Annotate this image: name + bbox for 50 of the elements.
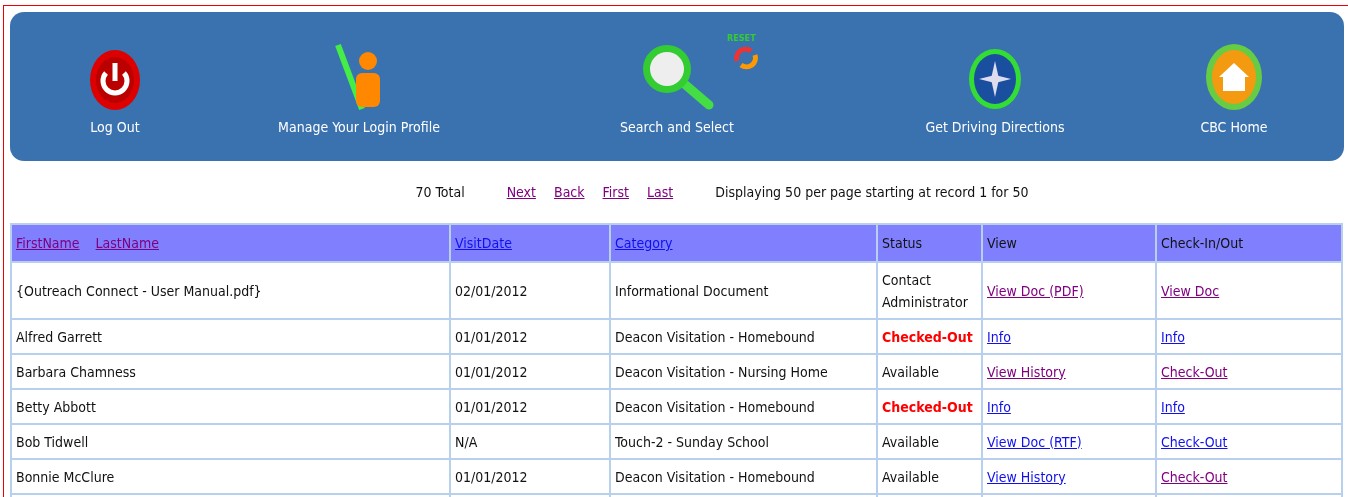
pager-link[interactable]: First <box>602 184 629 200</box>
name-text: Alfred Garrett <box>16 328 103 345</box>
status-text: Checked-Out <box>882 328 973 345</box>
check-link[interactable]: Info <box>1161 328 1185 345</box>
pager-link[interactable]: Next <box>506 184 536 200</box>
nav-link[interactable]: CBC Home <box>1200 118 1268 135</box>
category-text: Touch-2 - Sunday School <box>615 433 769 450</box>
check-link[interactable]: View Doc <box>1161 282 1220 299</box>
date-text: N/A <box>455 433 478 450</box>
nav-link[interactable]: Get Driving Directions <box>925 118 1065 135</box>
pager-link[interactable]: Last <box>646 184 674 200</box>
category-text: Deacon Visitation - Homebound <box>615 468 815 485</box>
view-link[interactable]: View Doc (PDF) <box>987 282 1084 299</box>
name-text: Betty Abbott <box>16 398 96 415</box>
date-text: 02/01/2012 <box>455 282 528 299</box>
category-text: Deacon Visitation - Homebound <box>615 398 815 415</box>
status-text: Contact Administrator <box>882 271 968 310</box>
view-link[interactable]: Info <box>987 398 1011 415</box>
nav-link[interactable]: Log Out <box>90 118 140 135</box>
category-text: Informational Document <box>615 282 769 299</box>
check-link[interactable]: Check-Out <box>1161 468 1228 485</box>
pager-link[interactable]: Back <box>554 184 585 200</box>
check-link[interactable]: Check-Out <box>1161 433 1228 450</box>
name-text: {Outreach Connect - User Manual.pdf} <box>16 282 262 299</box>
status-text: Available <box>882 433 939 450</box>
power-icon[interactable] <box>89 48 141 111</box>
date-text: 01/01/2012 <box>455 328 528 345</box>
category-text: Deacon Visitation - Homebound <box>615 328 815 345</box>
paging-summary: Displaying 50 per page starting at record 1 for 50 <box>715 184 1029 200</box>
check-link[interactable]: Info <box>1161 398 1185 415</box>
date-text: 01/01/2012 <box>455 363 528 380</box>
compass-icon[interactable] <box>967 46 1023 111</box>
home-icon[interactable] <box>1205 42 1263 111</box>
name-text: Bonnie McClure <box>16 468 115 485</box>
status-text: Available <box>882 468 939 485</box>
column-title: Check-In/Out <box>1161 235 1244 251</box>
date-text: 01/01/2012 <box>455 398 528 415</box>
view-link[interactable]: Info <box>987 328 1011 345</box>
status-text: Available <box>882 363 939 380</box>
nav-link[interactable]: Manage Your Login Profile <box>278 118 440 135</box>
check-link[interactable]: Check-Out <box>1161 363 1228 380</box>
category-text: Deacon Visitation - Nursing Home <box>615 363 828 380</box>
name-text: Bob Tidwell <box>16 433 89 450</box>
column-title: Status <box>882 235 923 251</box>
name-text: Barbara Chamness <box>16 363 136 380</box>
total-count: 70 Total <box>415 184 465 200</box>
column-title: View <box>987 235 1017 251</box>
nav-link[interactable]: Search and Select <box>620 118 734 135</box>
date-text: 01/01/2012 <box>455 468 528 485</box>
status-text: Checked-Out <box>882 398 973 415</box>
